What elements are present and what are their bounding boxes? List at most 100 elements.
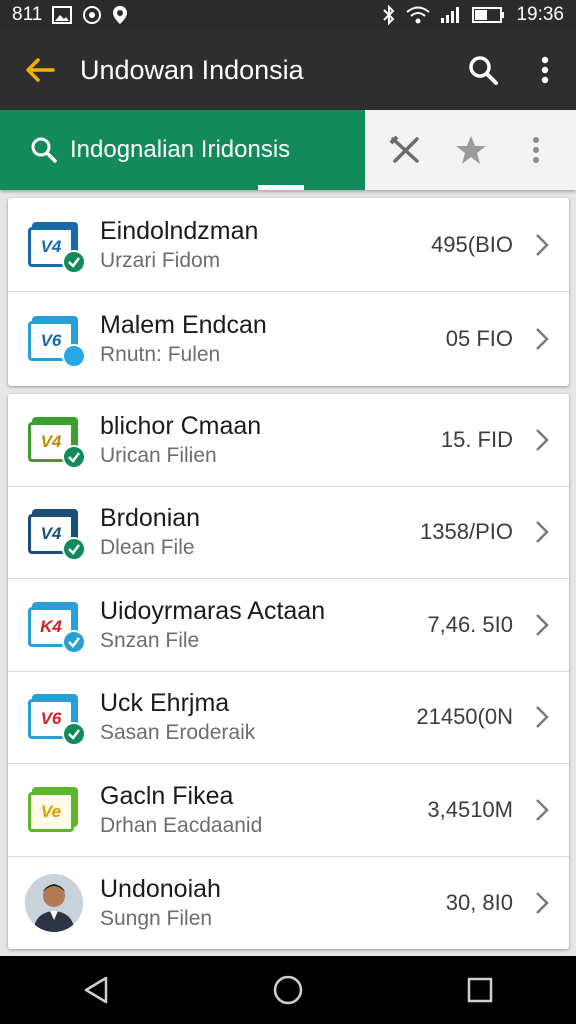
more-vert-icon [541,56,549,84]
nav-bar [0,956,576,1024]
list-item[interactable]: V4 Eindolndzman Urzari Fidom 495(BIO [8,198,569,292]
chevron-right-icon [527,327,557,351]
search-icon [469,56,498,85]
app-bar: Undowan Indonsia [0,30,576,110]
search-icon [31,137,57,163]
list-item[interactable]: V4 Brdonian Dlean File 1358/PIO [8,487,569,579]
search-button[interactable] [452,30,514,110]
tools-button[interactable] [378,122,434,178]
file-icon-wrap: Ve [8,764,100,856]
notification-icon [82,5,102,25]
avatar [25,873,83,932]
file-icon-wrap: V4 [8,487,100,579]
tools-icon [389,135,419,163]
image-icon [52,6,73,24]
check-badge-icon [62,629,86,654]
star-icon [455,136,486,164]
chevron-right-icon [527,233,557,257]
signal-icon [440,6,462,24]
nav-back-icon [84,976,108,1004]
nav-recents-icon [467,977,493,1003]
file-name: blichor Cmaan [100,411,262,440]
file-sub: Dlean File [100,536,195,560]
file-sub: Rnutn: Fulen [100,343,221,366]
favorite-button[interactable] [443,122,499,178]
list-item[interactable]: Undonoiah Sungn Filen 30, 8I0 [8,857,569,950]
file-sub: Sasan Eroderaik [100,721,256,745]
list-item[interactable]: Ve Gacln Fikea Drhan Eacdaanid 3,4510M [8,764,569,857]
file-icon-wrap: V6 [8,292,100,386]
page-title: Undowan Indonsia [80,54,304,85]
file-icon-wrap: V4 [8,394,100,486]
arrow-back-icon [26,58,55,82]
file-icon-wrap: V6 [8,672,100,764]
file-size: 30, 8I0 [445,889,513,915]
battery-icon [472,6,506,24]
file-icon: K4 [28,601,86,654]
file-name: Uck Ehrjma [100,689,230,718]
file-sub: Urican Filien [100,443,217,467]
status-left-text: 811 [12,4,43,25]
location-icon [112,5,128,25]
file-sub: Sungn Filen [100,906,213,930]
chevron-right-icon [527,798,557,822]
list-item[interactable]: V4 blichor Cmaan Urican Filien 15. FID [8,394,569,487]
chevron-right-icon [527,520,557,544]
search-row: Indognalian Iridonsis [0,110,576,190]
more-vert-icon [532,137,539,163]
file-icon-wrap: V4 [8,198,100,291]
file-icon: V4 [28,509,86,562]
file-name: Undonoiah [100,874,221,903]
dot-badge-icon [62,344,86,368]
search-more-button[interactable] [508,122,564,178]
overflow-menu-button[interactable] [514,30,576,110]
status-time: 19:36 [516,4,564,25]
nav-back-button[interactable] [56,960,136,1020]
file-name: Brdonian [100,504,201,533]
check-badge-icon [62,444,86,469]
file-size: 3,4510M [427,796,513,822]
chevron-right-icon [527,705,557,729]
file-icon: V6 [28,694,86,747]
search-label: Indognalian Iridonsis [70,136,291,163]
back-button[interactable] [0,30,80,110]
file-sub: Snzan File [100,628,200,652]
file-card-1: V4 Eindolndzman Urzari Fidom 495(BIO V6 [8,198,569,386]
file-name: Uidoyrmaras Actaan [100,596,326,625]
file-size: 7,46. 5I0 [427,611,513,637]
search-tab[interactable]: Indognalian Iridonsis [0,110,365,190]
chevron-right-icon [527,891,557,915]
file-name: Malem Endcan [100,311,267,339]
wifi-icon [406,6,431,24]
check-badge-icon [62,249,86,274]
file-icon: V4 [28,416,86,469]
check-badge-icon [62,537,86,562]
file-icon: V6 [28,316,86,368]
file-card-2: V4 blichor Cmaan Urican Filien 15. FID V… [8,394,569,949]
chevron-right-icon [527,613,557,637]
list-item[interactable]: V6 Uck Ehrjma Sasan Eroderaik 21450(0N [8,672,569,764]
file-size: 15. FID [440,426,513,452]
nav-home-button[interactable] [248,960,328,1020]
check-badge-icon [62,722,86,747]
list-item[interactable]: V6 Malem Endcan Rnutn: Fulen 05 FIO [8,292,569,386]
file-size: 05 FIO [445,326,513,351]
file-sub: Urzari Fidom [100,248,221,272]
file-size: 21450(0N [416,704,513,730]
file-name: Gacln Fikea [100,781,234,810]
avatar-wrap [8,857,100,950]
tab-indicator [258,185,304,190]
file-icon-wrap: K4 [8,579,100,671]
list-item[interactable]: K4 Uidoyrmaras Actaan Snzan File 7,46. 5… [8,579,569,672]
file-size: 495(BIO [431,231,513,257]
nav-recents-button[interactable] [440,960,520,1020]
status-right: 19:36 [382,4,564,26]
file-sub: Drhan Eacdaanid [100,813,263,837]
status-bar: 811 19:36 [0,0,576,30]
file-icon: V4 [28,221,86,274]
status-left: 811 [12,4,128,26]
nav-home-icon [273,975,303,1005]
chevron-right-icon [527,428,557,452]
search-tools [365,110,576,190]
file-size: 1358/PIO [420,519,513,545]
